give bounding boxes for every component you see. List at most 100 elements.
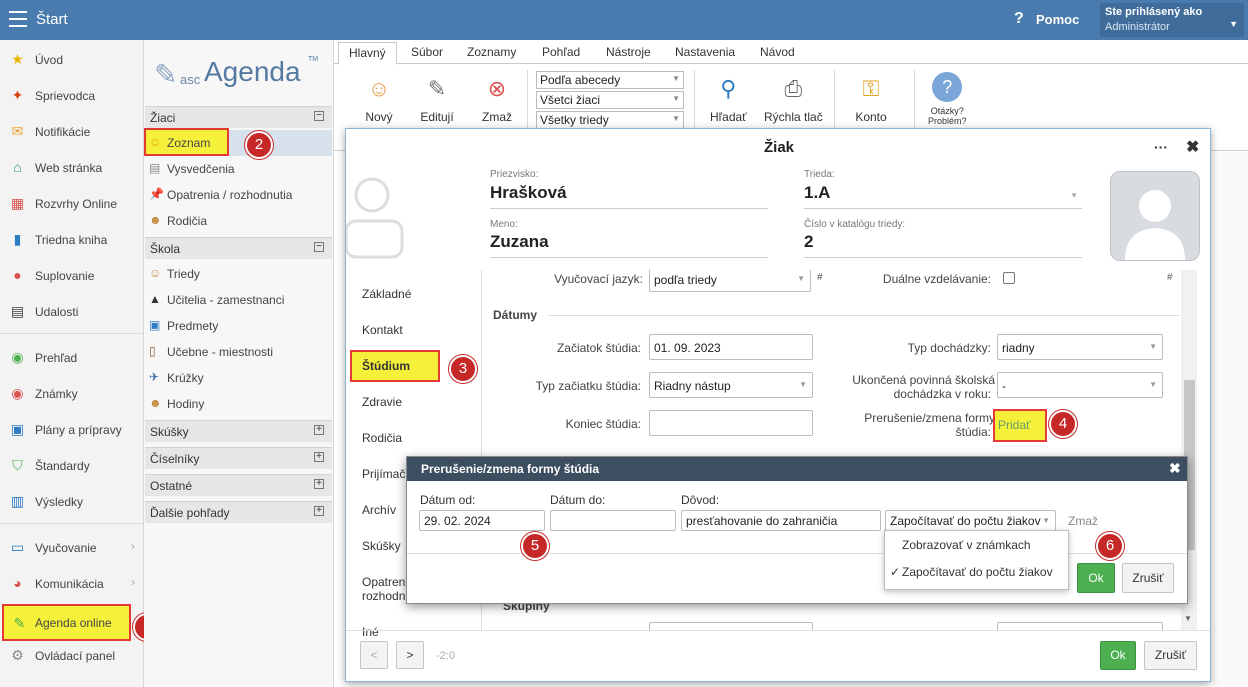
help-icon[interactable]: ? — [1014, 10, 1024, 28]
tab-skusky[interactable]: Skúšky — [362, 539, 401, 553]
expand-icon[interactable]: + — [314, 506, 324, 516]
nav-sprievodca[interactable]: ✦ Sprievodca — [0, 78, 143, 112]
first-name-field[interactable]: Zuzana — [490, 232, 768, 258]
expand-icon[interactable]: + — [314, 452, 324, 462]
tab-studium[interactable]: Štúdium — [350, 350, 440, 382]
more-icon[interactable]: ··· — [1154, 139, 1168, 155]
nav-triedna-kniha[interactable]: ▮ Triedna kniha — [0, 222, 143, 256]
nav-notifikacie[interactable]: ✉ Notifikácie — [0, 114, 143, 148]
tab-prijimacky[interactable]: Prijímač — [362, 467, 405, 481]
interruption-cancel-button[interactable]: Zrušiť — [1122, 563, 1174, 593]
sub-item-kruzky[interactable]: ✈ Krúžky — [144, 365, 332, 391]
date-from-input[interactable]: 29. 02. 2024 — [419, 510, 545, 531]
user-menu[interactable]: Ste prihlásený ako Administrátor ▼ — [1100, 3, 1244, 37]
sub-item-zoznam-highlight[interactable]: ☺ Zoznam — [144, 128, 229, 156]
study-start-type-select[interactable]: Riadny nástup ▼ — [649, 372, 813, 398]
counting-type-select[interactable]: Započítavať do počtu žiakov ▼ — [885, 510, 1056, 531]
section-ciselniky[interactable]: Číselníky + — [145, 447, 332, 469]
nav-komunikacia[interactable]: ◕ Komunikácia › — [0, 566, 143, 600]
students-filter-select[interactable]: Všetci žiaci ▼ — [536, 91, 684, 109]
section-skola[interactable]: Škola − — [145, 237, 332, 259]
nav-suplovanie[interactable]: ● Suplovanie — [0, 258, 143, 292]
edit-button[interactable]: ✎ Editují — [420, 72, 454, 124]
nav-ovladaci-panel[interactable]: ⚙ Ovládací panel — [0, 638, 143, 672]
help-link[interactable]: Pomoc — [1036, 12, 1079, 27]
nav-prehlad[interactable]: ◉ Prehľad — [0, 340, 143, 374]
interruption-ok-button[interactable]: Ok — [1077, 563, 1115, 593]
date-to-input[interactable] — [550, 510, 676, 531]
option-show-in-grades[interactable]: Zobrazovať v známkach — [902, 538, 1031, 552]
expand-icon[interactable]: + — [314, 425, 324, 435]
account-button[interactable]: ⚿ Konto — [854, 72, 888, 124]
study-start-input[interactable]: 01. 09. 2023 — [649, 334, 813, 360]
nav-udalosti[interactable]: ▤ Udalosti — [0, 294, 143, 328]
faq-button[interactable]: ? Otázky? Problém? — [928, 72, 967, 126]
tab-ine[interactable]: Iné — [362, 625, 379, 639]
new-button[interactable]: ☺ Nový — [362, 72, 396, 124]
previous-button[interactable]: < — [360, 641, 388, 669]
dual-education-checkbox[interactable] — [1003, 272, 1015, 284]
sub-item-ucebne[interactable]: ▯ Učebne - miestnosti — [144, 339, 332, 365]
close-icon[interactable]: ✖ — [1186, 137, 1199, 157]
section-ostatne[interactable]: Ostatné + — [145, 474, 332, 496]
delete-row-link[interactable]: Zmaž — [1068, 514, 1098, 528]
sub-item-triedy[interactable]: ☺ Triedy — [144, 261, 332, 287]
tab-zakladne[interactable]: Základné — [362, 287, 411, 301]
tab-subor[interactable]: Súbor — [411, 45, 443, 59]
student-photo[interactable] — [1110, 171, 1200, 261]
nav-agenda-online[interactable]: ✎ Agenda online — [2, 604, 131, 641]
sub-item-vysvedcenia[interactable]: ▤ Vysvedčenia — [144, 156, 332, 182]
tab-zdravie[interactable]: Zdravie — [362, 395, 402, 409]
sub-item-ucitelia[interactable]: ▲ Učitelia - zamestnanci — [144, 287, 332, 313]
section-skusky[interactable]: Skúšky + — [145, 420, 332, 442]
sub-item-rodicia[interactable]: ☻ Rodičia — [144, 208, 332, 234]
ok-button[interactable]: Ok — [1100, 641, 1136, 670]
collapse-icon[interactable]: − — [314, 242, 324, 252]
tab-kontakt[interactable]: Kontakt — [362, 323, 403, 337]
study-end-input[interactable] — [649, 410, 813, 436]
cancel-button[interactable]: Zrušiť — [1144, 641, 1197, 670]
section-ziaci[interactable]: Žiaci − — [145, 106, 332, 128]
nav-uvod[interactable]: ★ Úvod — [0, 42, 143, 76]
tab-pohlad[interactable]: Pohľad — [542, 45, 580, 59]
tab-archiv[interactable]: Archív — [362, 503, 396, 517]
nav-vysledky[interactable]: ▥ Výsledky — [0, 484, 143, 518]
groups-select[interactable] — [997, 622, 1163, 630]
nav-standardy[interactable]: ⛉ Štandardy — [0, 448, 143, 482]
tab-hlavny[interactable]: Hlavný — [338, 42, 397, 65]
section-dalsie-pohlady[interactable]: Ďalšie pohľady + — [145, 501, 332, 523]
tab-zoznamy[interactable]: Zoznamy — [467, 45, 516, 59]
surname-field[interactable]: Hrašková — [490, 183, 768, 209]
scroll-down-icon[interactable]: ▼ — [1184, 614, 1192, 623]
tab-nastavenia[interactable]: Nastavenia — [675, 45, 735, 59]
class-filter-select[interactable]: Všetky triedy ▼ — [536, 111, 684, 129]
sub-item-opatrenia[interactable]: 📌 Opatrenia / rozhodnutia — [144, 182, 332, 208]
hamburger-menu-icon[interactable] — [9, 11, 27, 27]
compulsory-attendance-select[interactable]: - ▼ — [997, 372, 1163, 398]
attendance-type-select[interactable]: riadny ▼ — [997, 334, 1163, 360]
next-button[interactable]: > — [396, 641, 424, 669]
quick-print-button[interactable]: ⎙ Rýchla tlač — [764, 72, 823, 124]
nav-plany[interactable]: ▣ Plány a prípravy — [0, 412, 143, 446]
add-interruption-button[interactable]: Pridať — [993, 409, 1047, 442]
catalog-number-field[interactable]: 2 — [804, 232, 1082, 258]
close-icon[interactable]: ✖ — [1169, 460, 1181, 477]
delete-button[interactable]: ⊗ Zmaž — [480, 72, 514, 124]
groups-input[interactable] — [649, 622, 813, 630]
tab-rodicia[interactable]: Rodičia — [362, 431, 402, 445]
sort-select[interactable]: Podľa abecedy ▼ — [536, 71, 684, 89]
sub-item-hodiny[interactable]: ☻ Hodiny — [144, 391, 332, 417]
search-button[interactable]: ⚲ Hľadať — [710, 72, 747, 124]
collapse-icon[interactable]: − — [314, 111, 324, 121]
tab-navod[interactable]: Návod — [760, 45, 795, 59]
tab-nastroje[interactable]: Nástroje — [606, 45, 651, 59]
expand-icon[interactable]: + — [314, 479, 324, 489]
nav-vyucovanie[interactable]: ▭ Vyučovanie › — [0, 530, 143, 564]
nav-web-stranka[interactable]: ⌂ Web stránka — [0, 150, 143, 184]
reason-input[interactable]: presťahovanie do zahraničia — [681, 510, 881, 531]
class-field[interactable]: 1.A ▼ — [804, 183, 1082, 209]
option-count-students[interactable]: Započítavať do počtu žiakov — [902, 565, 1053, 579]
nav-rozvrhy[interactable]: ▦ Rozvrhy Online — [0, 186, 143, 220]
teaching-language-select[interactable]: podľa triedy ▼ — [649, 270, 811, 292]
sub-item-predmety[interactable]: ▣ Predmety — [144, 313, 332, 339]
